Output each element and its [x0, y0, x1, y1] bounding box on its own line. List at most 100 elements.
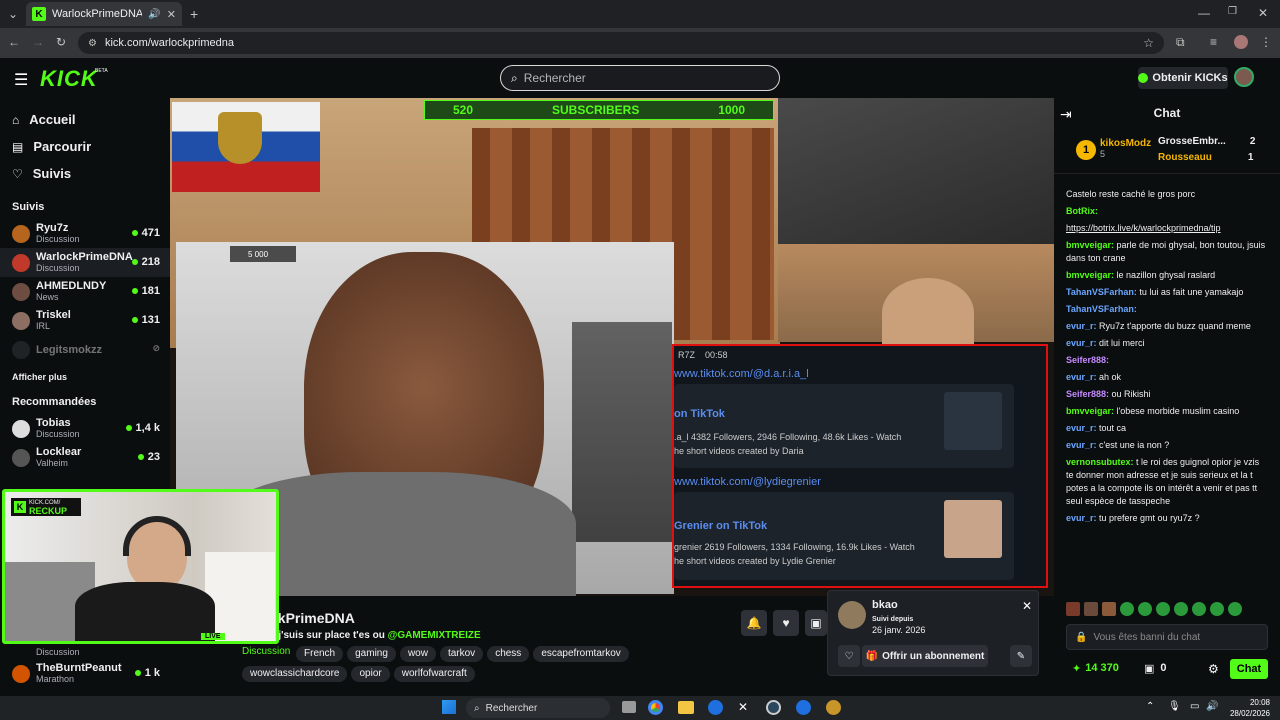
- close-tab-icon[interactable]: ✕: [167, 8, 176, 21]
- user-avatar[interactable]: [1234, 67, 1254, 87]
- points-icon: ✦: [1072, 663, 1082, 675]
- minimize-icon[interactable]: —: [1198, 6, 1210, 20]
- leader-2[interactable]: GrosseEmbr... 2: [1158, 136, 1258, 147]
- chat-message: vernonsubutex: t le roi des guignol opio…: [1066, 457, 1260, 506]
- close-window-icon[interactable]: ✕: [1258, 6, 1268, 20]
- emote-icon[interactable]: [1156, 602, 1170, 616]
- search-input[interactable]: ⌕ Rechercher: [500, 65, 780, 91]
- nav-suivis[interactable]: ♡ Suivis: [0, 160, 170, 187]
- gift-icon: 🎁: [865, 650, 879, 662]
- tag[interactable]: wow: [399, 646, 436, 662]
- emote-icon[interactable]: [1084, 602, 1098, 616]
- tag[interactable]: chess: [487, 646, 530, 662]
- forward-icon[interactable]: →: [32, 35, 44, 49]
- start-icon[interactable]: [442, 700, 456, 714]
- nav-parcourir[interactable]: ▤ Parcourir: [0, 133, 170, 160]
- extensions-icon[interactable]: ⧉: [1176, 35, 1185, 50]
- taskbar-search[interactable]: ⌕ Rechercher: [466, 698, 610, 718]
- browser-menu-icon[interactable]: ⋮: [1260, 35, 1272, 49]
- sidebar-channel-theburntpeanut[interactable]: TheBurntPeanut Marathon 1 k: [0, 659, 170, 688]
- tag[interactable]: worlfofwarcraft: [393, 666, 475, 682]
- follow-notification: bkao Suivi depuis 26 janv. 2026 ✕ ♡ 🎁 Off…: [827, 590, 1039, 676]
- tiktok-thumb: [944, 392, 1002, 450]
- tag[interactable]: opior: [351, 666, 390, 682]
- task-view-icon[interactable]: [622, 701, 636, 713]
- leader-3[interactable]: Rousseauu 1: [1158, 152, 1253, 163]
- streamer-name[interactable]: ckPrimeDNA: [270, 610, 355, 626]
- sidebar-channel-legitsmokzz[interactable]: Legitsmokzz ⊘: [0, 335, 170, 364]
- tag[interactable]: wowclassichardcore: [242, 666, 348, 682]
- sidebar-channel-ryu7z[interactable]: Ryu7z Discussion 471: [0, 219, 170, 248]
- gift-sub-button[interactable]: 🎁 Offrir un abonnement: [862, 645, 988, 667]
- emote-icon[interactable]: [1228, 602, 1242, 616]
- leader-1[interactable]: kikosModz 5: [1100, 138, 1151, 159]
- chat-message: evur_r: ah ok: [1066, 372, 1122, 382]
- site-info-icon[interactable]: ⚙: [88, 38, 97, 49]
- tag[interactable]: French: [296, 646, 344, 662]
- chrome-icon[interactable]: [648, 700, 663, 715]
- sidebar-channel-warlockprimedna[interactable]: WarlockPrimeDNA Discussion 218: [0, 248, 170, 277]
- profile-avatar[interactable]: [1234, 35, 1248, 49]
- wow-icon[interactable]: [826, 700, 841, 715]
- close-icon[interactable]: ✕: [1022, 599, 1032, 613]
- bookmark-star-icon[interactable]: ☆: [1143, 36, 1154, 50]
- chat-settings-icon[interactable]: ⚙: [1208, 662, 1219, 676]
- emote-icon[interactable]: [1066, 602, 1080, 616]
- app-icon[interactable]: [708, 700, 723, 715]
- chat-send-button[interactable]: Chat: [1230, 659, 1268, 679]
- steam-icon[interactable]: [766, 700, 781, 715]
- notification-bell-button[interactable]: 🔔: [741, 610, 767, 636]
- sidebar-channel-ahmedlndy[interactable]: AHMEDLNDY News 181: [0, 277, 170, 306]
- tag[interactable]: gaming: [347, 646, 396, 662]
- emote-icon[interactable]: [1102, 602, 1116, 616]
- chat-message: bmvveigar: parle de moi ghysal, bon tout…: [1066, 240, 1266, 263]
- browser-tab[interactable]: K WarlockPrimeDNA Stream 🔊 ✕: [26, 2, 182, 26]
- kick-logo[interactable]: KICK: [40, 66, 98, 92]
- stream-category[interactable]: Discussion: [242, 646, 290, 657]
- heart-button[interactable]: ♡: [838, 645, 860, 667]
- sidebar-channel-locklear[interactable]: Locklear Valheim 23: [0, 443, 170, 472]
- audio-icon[interactable]: 🔊: [148, 9, 160, 20]
- file-explorer-icon[interactable]: [678, 701, 694, 714]
- back-icon[interactable]: ←: [8, 35, 20, 49]
- chat-message: bmvveigar: l'obese morbide muslim casino: [1066, 406, 1240, 416]
- show-more-link[interactable]: Afficher plus: [0, 372, 170, 390]
- microphone-icon[interactable]: 🎙: [1168, 701, 1181, 712]
- emote-icon[interactable]: [1174, 602, 1188, 616]
- points-display[interactable]: ✦ 14 370: [1072, 662, 1119, 675]
- video-player[interactable]: 520 SUBSCRIBERS 1000 5 000 R7Z 00:58 www.…: [170, 98, 1054, 596]
- tiktok-title: on TikTok: [674, 408, 725, 420]
- sidebar-channel-triskel[interactable]: Triskel IRL 131: [0, 306, 170, 335]
- tray-chevron-icon[interactable]: ⌃: [1146, 701, 1154, 712]
- clock[interactable]: 20:08 28/02/2026: [1226, 697, 1270, 719]
- emote-icon[interactable]: [1120, 602, 1134, 616]
- chat-link[interactable]: https://botrix.live/k/warlockprimedna/ti…: [1054, 220, 1280, 237]
- app-icon[interactable]: [796, 700, 811, 715]
- new-tab-icon[interactable]: +: [190, 6, 198, 22]
- tag[interactable]: tarkov: [439, 646, 484, 662]
- get-kicks-button[interactable]: Obtenir KICKs: [1138, 67, 1228, 89]
- chat-input[interactable]: 🔒 Vous êtes banni du chat: [1066, 624, 1268, 650]
- sidebar-channel-tobias[interactable]: Tobias Discussion 1,4 k: [0, 414, 170, 443]
- volume-icon[interactable]: 🔊: [1206, 701, 1218, 712]
- tag[interactable]: escapefromtarkov: [533, 646, 629, 662]
- emote-icon[interactable]: [1210, 602, 1224, 616]
- gifts-display[interactable]: ▣ 0: [1144, 662, 1167, 675]
- reading-list-icon[interactable]: ≡: [1210, 35, 1217, 49]
- tiktok-title: Grenier on TikTok: [674, 520, 768, 532]
- emote-icon[interactable]: [1192, 602, 1206, 616]
- leader-rank-badge: 1: [1076, 140, 1096, 160]
- address-bar[interactable]: ⚙ kick.com/warlockprimedna ☆: [78, 32, 1164, 54]
- pin-button[interactable]: ✎: [1010, 645, 1032, 667]
- follow-heart-button[interactable]: ♥: [773, 610, 799, 636]
- tab-menu-icon[interactable]: ⌄: [8, 7, 18, 21]
- emote-icon[interactable]: [1138, 602, 1152, 616]
- gift-button[interactable]: ▣: [805, 610, 827, 636]
- hamburger-menu-icon[interactable]: ☰: [14, 70, 28, 90]
- restore-icon[interactable]: ❐: [1228, 6, 1237, 17]
- nav-accueil[interactable]: ⌂ Accueil: [0, 106, 170, 133]
- kick-app-icon[interactable]: ✕: [738, 700, 748, 714]
- tiktok-desc: he short videos created by Daria: [674, 446, 804, 456]
- network-icon[interactable]: ▭: [1190, 701, 1199, 712]
- reload-icon[interactable]: ↻: [56, 35, 66, 49]
